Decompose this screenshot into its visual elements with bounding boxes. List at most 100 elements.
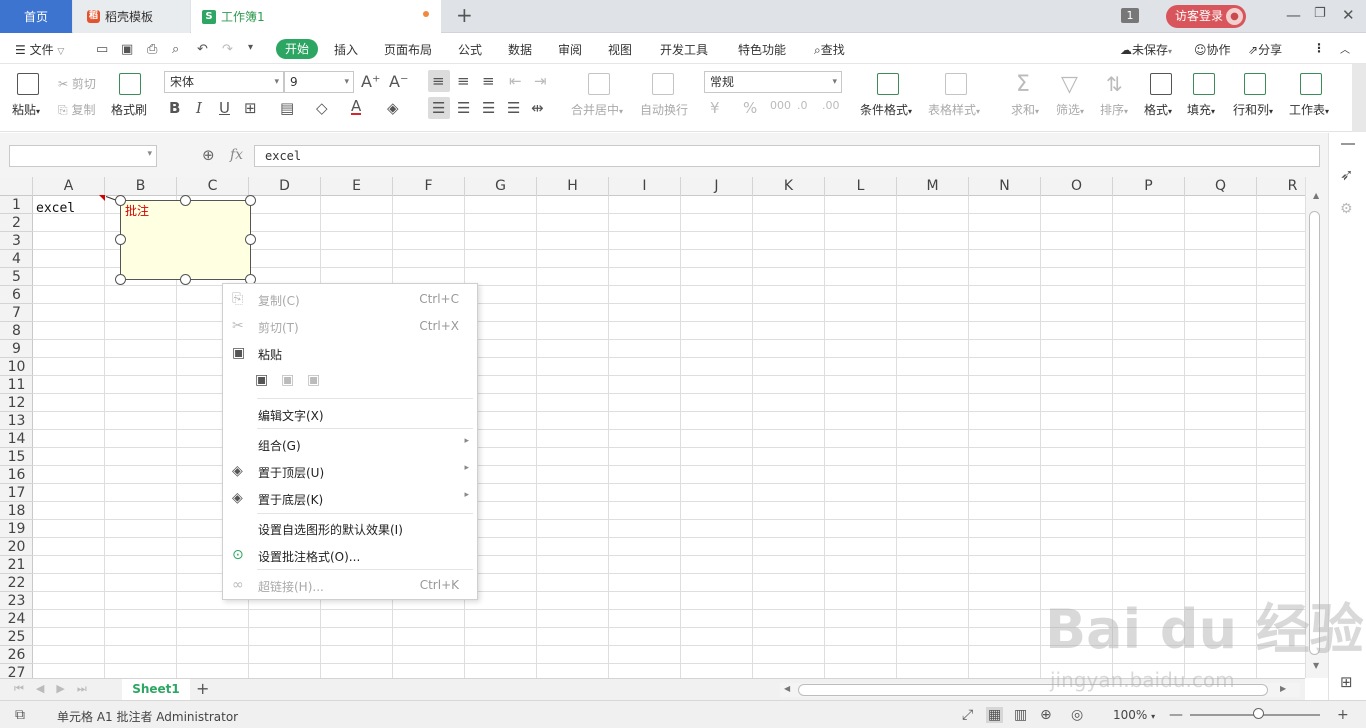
column-header[interactable]: M — [897, 177, 969, 196]
currency-icon[interactable]: ¥ — [710, 99, 720, 117]
tab-start[interactable]: 开始 — [276, 39, 318, 59]
row-header[interactable]: 24 — [0, 610, 33, 628]
collapse-ribbon-icon[interactable]: ︿ — [1340, 41, 1350, 56]
column-header[interactable]: D — [249, 177, 321, 196]
context-hyperlink[interactable]: ∞ 超链接(H)... Ctrl+K — [223, 572, 477, 598]
paste-button[interactable]: 粘贴▾ — [12, 101, 40, 118]
paste-formula-icon[interactable]: ▣ — [307, 372, 320, 388]
row-header[interactable]: 7 — [0, 304, 33, 322]
indent-decrease-icon[interactable]: ⇤ — [509, 72, 522, 90]
column-header[interactable]: Q — [1185, 177, 1257, 196]
preview-icon[interactable]: ⌕ — [172, 42, 179, 57]
sum-icon[interactable]: Σ — [1016, 72, 1030, 97]
row-header[interactable]: 3 — [0, 232, 33, 250]
collaborate-button[interactable]: ☺协作 — [1194, 41, 1231, 58]
share-button[interactable]: ⇗分享 — [1248, 41, 1282, 58]
align-top-icon[interactable]: ≡ — [432, 72, 445, 90]
function-icon[interactable]: fx — [230, 147, 243, 163]
filter-icon[interactable]: ▽ — [1061, 72, 1078, 97]
row-header[interactable]: 5 — [0, 268, 33, 286]
row-header[interactable]: 13 — [0, 412, 33, 430]
paste-keep-format-icon[interactable]: ▣ — [255, 372, 268, 388]
copy-button[interactable]: ⎘ 复制 — [58, 101, 95, 118]
window-count-badge[interactable]: 1 — [1121, 8, 1139, 23]
select-cursor-icon[interactable]: ➶ — [1340, 165, 1353, 184]
tab-template[interactable]: 稻 稻壳模板 — [73, 0, 190, 33]
zoom-level[interactable]: 100% ▾ — [1113, 708, 1155, 722]
thousands-icon[interactable]: 000 — [770, 99, 791, 112]
conditional-format-button[interactable]: 条件格式▾ — [860, 101, 912, 118]
scroll-right-icon[interactable]: ▶ — [1280, 684, 1286, 693]
increase-font-icon[interactable]: A⁺ — [361, 72, 380, 91]
align-center-icon[interactable]: ☰ — [457, 99, 470, 117]
macro-icon[interactable]: ⧉ — [15, 707, 25, 723]
font-color-icon[interactable]: A — [351, 99, 362, 115]
row-header[interactable]: 15 — [0, 448, 33, 466]
font-size-select[interactable]: 9 ▾ — [284, 71, 354, 93]
column-header[interactable]: E — [321, 177, 393, 196]
context-copy[interactable]: ⎘ 复制(C) Ctrl+C — [223, 286, 477, 312]
tab-home[interactable]: 首页 — [0, 0, 72, 33]
save-icon[interactable]: ▣ — [121, 42, 133, 57]
cell-a1[interactable]: excel — [36, 201, 75, 216]
column-header[interactable]: O — [1041, 177, 1113, 196]
tab-workbook[interactable]: S 工作簿1 — [191, 0, 441, 33]
context-group[interactable]: 组合(G) ▸ — [223, 431, 477, 457]
select-all-corner[interactable] — [0, 177, 33, 196]
row-header[interactable]: 10 — [0, 358, 33, 376]
close-icon[interactable]: ✕ — [1342, 6, 1355, 24]
align-left-icon[interactable]: ☰ — [432, 99, 445, 117]
row-header[interactable]: 1 — [0, 196, 33, 214]
row-header[interactable]: 8 — [0, 322, 33, 340]
tab-data[interactable]: 数据 — [508, 41, 532, 58]
sum-button[interactable]: 求和▾ — [1011, 101, 1039, 118]
format-button[interactable]: 格式▾ — [1144, 101, 1172, 118]
bold-icon[interactable]: B — [169, 99, 180, 117]
highlight-icon[interactable]: ◇ — [316, 99, 328, 117]
column-header[interactable]: N — [969, 177, 1041, 196]
zoom-formula-icon[interactable]: ⊕ — [202, 146, 215, 164]
row-header[interactable]: 4 — [0, 250, 33, 268]
zoom-in-icon[interactable]: + — [1337, 707, 1349, 723]
column-header[interactable]: B — [105, 177, 177, 196]
row-header[interactable]: 11 — [0, 376, 33, 394]
restore-icon[interactable]: ❐ — [1314, 6, 1326, 21]
tab-developer[interactable]: 开发工具 — [660, 41, 708, 58]
add-sheet-button[interactable]: + — [196, 679, 209, 698]
border-icon[interactable]: ⊞ — [244, 99, 257, 117]
fullscreen-icon[interactable]: ⤢ — [962, 707, 973, 723]
clear-format-icon[interactable]: ◈ — [387, 99, 399, 117]
resize-handle-right[interactable] — [245, 234, 256, 245]
column-header[interactable]: J — [681, 177, 753, 196]
row-header[interactable]: 9 — [0, 340, 33, 358]
worksheet-button[interactable]: 工作表▾ — [1289, 101, 1329, 118]
tab-view[interactable]: 视图 — [608, 41, 632, 58]
fill-button[interactable]: 填充▾ — [1187, 101, 1215, 118]
format-icon[interactable] — [1150, 73, 1172, 95]
resize-handle-top[interactable] — [180, 195, 191, 206]
formula-input[interactable]: excel — [254, 145, 1320, 167]
paste-values-icon[interactable]: ▣ — [281, 372, 294, 388]
row-header[interactable]: 23 — [0, 592, 33, 610]
align-right-icon[interactable]: ☰ — [482, 99, 495, 117]
cut-button[interactable]: ✂ 剪切 — [58, 75, 96, 92]
worksheet-icon[interactable] — [1300, 73, 1322, 95]
justify-icon[interactable]: ☰ — [507, 99, 520, 117]
column-header[interactable]: P — [1113, 177, 1185, 196]
distribute-icon[interactable]: ⇹ — [531, 99, 544, 117]
comment-box[interactable]: 批注 — [120, 200, 251, 280]
merge-center-button[interactable]: 合并居中▾ — [571, 101, 623, 118]
login-button[interactable]: 访客登录 ● — [1166, 5, 1246, 28]
row-header[interactable]: 20 — [0, 538, 33, 556]
scroll-up-icon[interactable]: ▲ — [1313, 191, 1319, 200]
file-menu[interactable]: ☰ 文件 ▽ — [15, 41, 64, 58]
tab-page-layout[interactable]: 页面布局 — [384, 41, 432, 58]
context-edit-text[interactable]: 编辑文字(X) — [223, 401, 477, 427]
sort-button[interactable]: 排序▾ — [1100, 101, 1128, 118]
row-header[interactable]: 22 — [0, 574, 33, 592]
resize-handle-bottom-left[interactable] — [115, 274, 126, 285]
normal-view-icon[interactable]: ▦ — [986, 707, 1004, 723]
wrap-text-icon[interactable] — [652, 73, 674, 95]
context-bring-front[interactable]: ◈ 置于顶层(U) ▸ — [223, 458, 477, 484]
new-tab-button[interactable]: + — [456, 5, 473, 25]
